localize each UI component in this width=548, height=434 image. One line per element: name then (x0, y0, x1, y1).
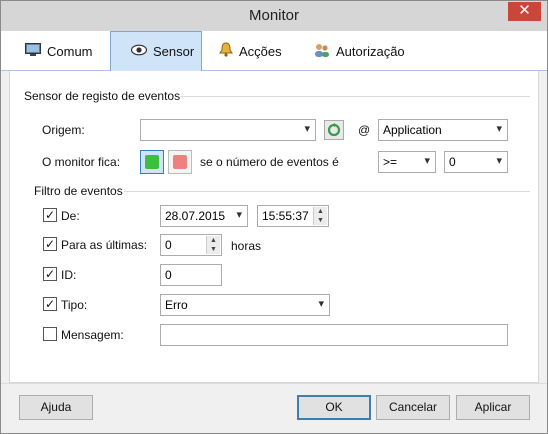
tab-sensor[interactable]: Sensor (110, 31, 202, 71)
tab-bar: Comum Sensor Acções Autorização (1, 31, 547, 71)
tab-sensor-label: Sensor (153, 44, 195, 59)
from-checkbox[interactable]: ✓ (43, 208, 57, 222)
state-green-button[interactable] (140, 150, 164, 174)
chevron-down-icon: ▾ (304, 123, 310, 135)
spin-down-icon[interactable]: ▼ (314, 216, 327, 225)
tab-accoes-label: Acções (239, 43, 282, 59)
title-bar: Monitor ✕ (1, 1, 547, 31)
spin-down-icon[interactable]: ▼ (207, 245, 220, 254)
window-title: Monitor (248, 7, 300, 24)
tab-autorizacao-label: Autorização (336, 43, 405, 59)
ok-button[interactable]: OK (297, 395, 371, 420)
red-square-icon (173, 155, 187, 169)
apply-button[interactable]: Aplicar (456, 395, 530, 420)
eye-icon (130, 44, 148, 59)
time-spin[interactable]: ▲ ▼ (313, 207, 327, 225)
section-divider (180, 96, 530, 97)
section-divider (124, 191, 530, 192)
spin-up-icon[interactable]: ▲ (207, 236, 220, 245)
footer-divider (1, 383, 547, 384)
last-hours-stepper[interactable]: 0 ▲ ▼ (160, 234, 222, 256)
operator-value: >= (383, 155, 398, 169)
chevron-down-icon: ▾ (236, 209, 242, 221)
chevron-down-icon: ▾ (496, 123, 502, 135)
at-symbol: @ (358, 123, 371, 137)
monitor-label: O monitor fica: (42, 155, 121, 169)
monitor-icon (25, 43, 41, 59)
message-input[interactable] (160, 324, 508, 346)
from-date-picker[interactable]: 28.07.2015 ▾ (160, 205, 248, 227)
spin-up-icon[interactable]: ▲ (314, 207, 327, 216)
from-date-value: 28.07.2015 (165, 209, 226, 223)
type-label: Tipo: (61, 298, 88, 312)
state-red-button[interactable] (168, 150, 192, 174)
section-title-sensor: Sensor de registo de eventos (24, 89, 181, 103)
cancel-button[interactable]: Cancelar (376, 395, 450, 420)
message-label: Mensagem: (61, 328, 124, 342)
bell-icon (219, 42, 233, 60)
tab-accoes[interactable]: Acções (219, 31, 299, 71)
count-value: 0 (449, 155, 456, 169)
refresh-button[interactable] (324, 120, 344, 140)
close-button[interactable]: ✕ (508, 2, 541, 21)
chevron-down-icon: ▾ (318, 298, 324, 310)
id-label: ID: (61, 268, 77, 282)
origin-label: Origem: (42, 123, 85, 137)
last-label: Para as últimas: (61, 238, 148, 252)
condition-text: se o número de eventos é (200, 155, 339, 169)
from-time-stepper[interactable]: 15:55:37 ▲ ▼ (257, 205, 329, 227)
chevron-down-icon: ▾ (496, 155, 502, 167)
log-combobox[interactable]: Application ▾ (378, 119, 508, 141)
last-value: 0 (165, 238, 172, 252)
green-square-icon (145, 155, 159, 169)
operator-combobox[interactable]: >= ▾ (378, 151, 436, 173)
hours-spin[interactable]: ▲ ▼ (206, 236, 220, 254)
origin-combobox[interactable]: ▾ (140, 119, 316, 141)
section-title-filter: Filtro de eventos (34, 184, 123, 198)
type-checkbox[interactable]: ✓ (43, 297, 57, 311)
id-input[interactable]: 0 (160, 264, 222, 286)
tab-comum-label: Comum (47, 43, 93, 59)
chevron-down-icon: ▾ (424, 155, 430, 167)
id-checkbox[interactable]: ✓ (43, 267, 57, 281)
hours-unit: horas (231, 239, 262, 253)
from-label: De: (61, 209, 80, 223)
last-checkbox[interactable]: ✓ (43, 237, 57, 251)
tab-comum[interactable]: Comum (13, 31, 103, 71)
users-icon (314, 43, 330, 60)
type-combobox[interactable]: Erro ▾ (160, 294, 330, 316)
tab-autorizacao[interactable]: Autorização (314, 31, 414, 71)
id-value: 0 (165, 268, 172, 282)
from-time-value: 15:55:37 (262, 209, 309, 223)
sensor-panel: Sensor de registo de eventos Origem: ▾ @… (9, 71, 539, 383)
type-value: Erro (165, 298, 188, 312)
refresh-icon (325, 123, 343, 142)
monitor-dialog: Monitor ✕ Comum Sensor Acções Autorizaçã… (0, 0, 548, 434)
log-value: Application (383, 123, 442, 137)
count-combobox[interactable]: 0 ▾ (444, 151, 508, 173)
message-checkbox[interactable] (43, 327, 57, 341)
help-button[interactable]: Ajuda (19, 395, 93, 420)
